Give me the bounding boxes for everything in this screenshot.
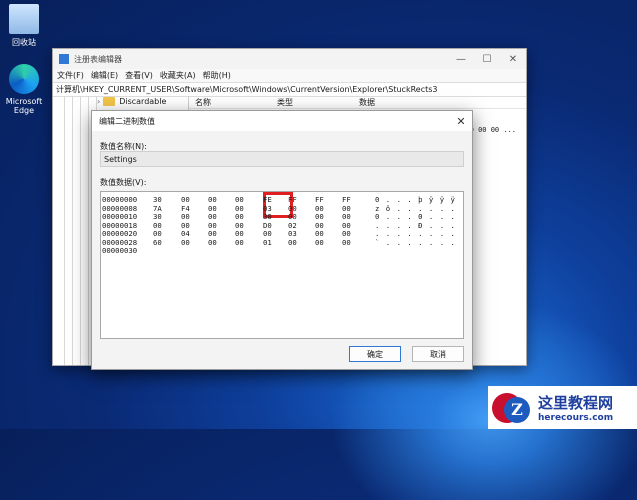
- address-path: 计算机\HKEY_CURRENT_USER\Software\Microsoft…: [56, 85, 438, 94]
- hex-row[interactable]: 00000030: [101, 246, 463, 255]
- recycle-bin-label: 回收站: [12, 38, 36, 47]
- menu-help[interactable]: 帮助(H): [203, 70, 231, 81]
- regedit-titlebar[interactable]: 注册表编辑器 — ☐ ✕: [53, 49, 526, 69]
- site-logo: Z: [492, 391, 532, 425]
- logo-letter: Z: [504, 396, 530, 423]
- edit-binary-value-dialog: 编辑二进制数值 ✕ 数值名称(N): Settings 数值数据(V): 000…: [91, 110, 473, 370]
- value-name-field[interactable]: Settings: [100, 151, 464, 167]
- column-type[interactable]: 类型: [271, 97, 353, 108]
- tree-item-discardable[interactable]: › Discardable: [97, 97, 166, 106]
- edge-label-line1: Microsoft: [5, 97, 43, 106]
- hex-offset: 00000030: [102, 246, 138, 255]
- dialog-title: 编辑二进制数值: [99, 116, 155, 126]
- close-icon[interactable]: ✕: [500, 54, 526, 65]
- menu-edit[interactable]: 编辑(E): [91, 70, 118, 81]
- hex-editor[interactable]: 00000000 30 00 00 00 FE FF FF FF 0 . . . þ ÿ ÿ ÿ0…: [100, 191, 464, 339]
- recycle-bin-desktop-icon[interactable]: 回收站: [0, 4, 48, 48]
- tree-item-label: Discardable: [119, 97, 167, 106]
- watermark-title: 这里教程网: [538, 394, 614, 412]
- value-name-text: Settings: [104, 154, 137, 164]
- address-bar[interactable]: 计算机\HKEY_CURRENT_USER\Software\Microsoft…: [53, 82, 526, 97]
- cancel-button[interactable]: 取消: [412, 346, 464, 362]
- dialog-close-icon[interactable]: ✕: [450, 115, 472, 128]
- values-list-header: 名称 类型 数据: [189, 96, 526, 109]
- value-data-label: 数值数据(V):: [100, 178, 147, 187]
- regedit-title: 注册表编辑器: [74, 54, 122, 64]
- menu-file[interactable]: 文件(F): [57, 70, 84, 81]
- ok-button[interactable]: 确定: [349, 346, 401, 362]
- edge-icon: [9, 64, 39, 94]
- column-name[interactable]: 名称: [189, 97, 271, 108]
- menu-favorites[interactable]: 收藏夹(A): [160, 70, 196, 81]
- dialog-titlebar[interactable]: 编辑二进制数值 ✕: [92, 111, 472, 131]
- chevron-right-icon[interactable]: ›: [97, 97, 100, 106]
- menu-view[interactable]: 查看(V): [125, 70, 153, 81]
- column-data[interactable]: 数据: [353, 97, 435, 108]
- maximize-icon[interactable]: ☐: [474, 54, 500, 65]
- edge-label-line2: Edge: [13, 106, 35, 115]
- site-watermark: Z 这里教程网 herecours.com: [488, 386, 637, 429]
- folder-icon: [103, 97, 116, 106]
- minimize-icon[interactable]: —: [448, 54, 474, 65]
- regedit-app-icon: [59, 54, 69, 64]
- recycle-bin-icon: [9, 4, 39, 34]
- watermark-url: herecours.com: [538, 413, 614, 423]
- regedit-menubar: 文件(F) 编辑(E) 查看(V) 收藏夹(A) 帮助(H): [53, 69, 526, 82]
- edge-desktop-icon[interactable]: Microsoft Edge: [0, 64, 48, 115]
